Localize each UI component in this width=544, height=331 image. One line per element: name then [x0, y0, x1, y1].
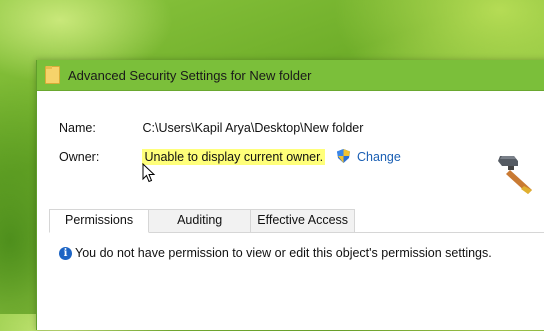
window-title: Advanced Security Settings for New folde…: [68, 67, 312, 83]
name-label: Name:: [59, 121, 96, 135]
owner-label: Owner:: [59, 150, 100, 164]
owner-row: Owner: Unable to display current owner. …: [59, 149, 401, 165]
tab-strip: Permissions Auditing Effective Access: [49, 209, 356, 233]
folder-icon: [45, 66, 60, 84]
title-bar[interactable]: Advanced Security Settings for New folde…: [37, 60, 544, 91]
hammer-logo-icon: [498, 156, 532, 194]
tab-auditing[interactable]: Auditing: [148, 209, 252, 233]
window-content: Name: C:\Users\Kapil Arya\Desktop\New fo…: [37, 91, 544, 331]
change-owner-link[interactable]: Change: [357, 150, 401, 164]
tab-effective-access[interactable]: Effective Access: [250, 209, 356, 233]
name-value: C:\Users\Kapil Arya\Desktop\New folder: [142, 121, 364, 135]
info-icon: i: [59, 246, 72, 260]
name-row: Name: C:\Users\Kapil Arya\Desktop\New fo…: [59, 121, 363, 135]
permission-message-text: You do not have permission to view or ed…: [75, 246, 492, 260]
mouse-cursor-icon: [142, 163, 156, 183]
uac-shield-icon: [336, 149, 350, 163]
owner-value: Unable to display current owner.: [142, 149, 326, 165]
advanced-security-window: Advanced Security Settings for New folde…: [36, 60, 544, 330]
permission-message: i You do not have permission to view or …: [59, 246, 492, 260]
tab-permissions[interactable]: Permissions: [49, 209, 150, 233]
